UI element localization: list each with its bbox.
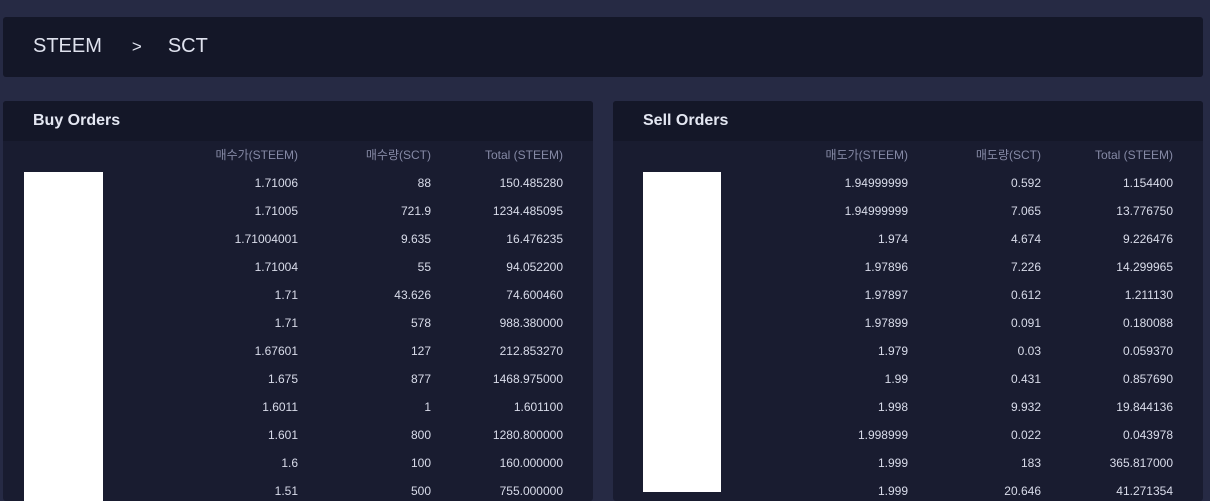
breadcrumb-base-token[interactable]: STEEM	[33, 35, 102, 58]
order-price: 1.99	[884, 372, 908, 386]
order-total: 755.000000	[499, 484, 563, 498]
order-price: 1.71004	[254, 260, 298, 274]
order-amount: 721.9	[400, 204, 431, 218]
order-total: 1.211130	[1124, 288, 1173, 302]
order-total: 150.485280	[499, 176, 563, 190]
order-amount: 500	[410, 484, 431, 498]
order-amount: 100	[410, 456, 431, 470]
buy-price-column: 매수가(STEEM)	[215, 148, 298, 162]
order-amount: 43.626	[394, 288, 431, 302]
buy-amount-column: 매수량(SCT)	[365, 148, 431, 162]
order-amount: 9.932	[1010, 400, 1041, 414]
buy-total-column: Total (STEEM)	[484, 148, 563, 162]
order-amount: 9.635	[400, 232, 431, 246]
order-price: 1.94999999	[844, 176, 908, 190]
order-total: 41.271354	[1116, 484, 1173, 498]
order-total: 0.043978	[1122, 428, 1173, 442]
order-amount: 7.065	[1010, 204, 1041, 218]
order-price: 1.97899	[864, 316, 908, 330]
sell-amount-column: 매도량(SCT)	[975, 148, 1041, 162]
order-price: 1.71	[274, 316, 298, 330]
order-price: 1.601	[267, 428, 298, 442]
order-total: 1280.800000	[492, 428, 563, 442]
order-price: 1.979	[877, 344, 908, 358]
order-amount: 55	[417, 260, 431, 274]
order-amount: 7.226	[1010, 260, 1041, 274]
order-amount: 800	[410, 428, 431, 442]
sell-total-column: Total (STEEM)	[1094, 148, 1173, 162]
order-amount: 877	[410, 372, 431, 386]
order-price: 1.999	[877, 484, 908, 498]
order-total: 13.776750	[1116, 204, 1173, 218]
breadcrumb-separator: >	[131, 36, 142, 56]
order-amount: 0.03	[1017, 344, 1041, 358]
order-price: 1.71006	[254, 176, 298, 190]
order-total: 16.476235	[506, 232, 563, 246]
sell-orders-column-header: 매도가(STEEM) 매도량(SCT) Total (STEEM)	[613, 141, 1203, 169]
buy-orders-panel: Buy Orders 매수가(STEEM) 매수량(SCT) Total (ST…	[3, 101, 593, 501]
breadcrumb: STEEM > SCT	[33, 35, 208, 58]
order-total: 0.180088	[1122, 316, 1173, 330]
order-price: 1.94999999	[844, 204, 908, 218]
order-total: 365.817000	[1109, 456, 1173, 470]
order-price: 1.71	[274, 288, 298, 302]
sell-price-column: 매도가(STEEM)	[825, 148, 908, 162]
sell-orders-header: Sell Orders	[613, 101, 1203, 141]
order-amount: 183	[1020, 456, 1041, 470]
order-price: 1.6011	[262, 400, 298, 414]
order-total: 160.000000	[499, 456, 563, 470]
order-amount: 0.612	[1010, 288, 1041, 302]
order-total: 1.601100	[513, 400, 563, 414]
order-price: 1.51	[274, 484, 298, 498]
order-amount: 0.022	[1010, 428, 1041, 442]
order-price: 1.998999	[857, 428, 908, 442]
order-price: 1.71004001	[234, 232, 298, 246]
order-total: 0.857690	[1122, 372, 1173, 386]
order-total: 14.299965	[1116, 260, 1173, 274]
order-price: 1.71005	[254, 204, 298, 218]
order-price: 1.998	[877, 400, 908, 414]
order-price: 1.999	[877, 456, 908, 470]
order-total: 9.226476	[1122, 232, 1173, 246]
order-price: 1.974	[877, 232, 908, 246]
order-total: 0.059370	[1122, 344, 1173, 358]
order-amount: 1	[424, 400, 431, 414]
buy-orders-column-header: 매수가(STEEM) 매수량(SCT) Total (STEEM)	[3, 141, 593, 169]
sell-orders-panel: Sell Orders 매도가(STEEM) 매도량(SCT) Total (S…	[613, 101, 1203, 501]
order-price: 1.97897	[864, 288, 908, 302]
order-amount: 127	[410, 344, 431, 358]
order-total: 1234.485095	[492, 204, 563, 218]
order-price: 1.675	[267, 372, 298, 386]
market-header: STEEM > SCT	[3, 17, 1203, 77]
order-amount: 4.674	[1010, 232, 1041, 246]
redaction-box	[643, 172, 721, 492]
order-amount: 88	[417, 176, 431, 190]
order-amount: 578	[410, 316, 431, 330]
redaction-box	[24, 172, 103, 501]
order-total: 988.380000	[499, 316, 563, 330]
order-amount: 20.646	[1004, 484, 1041, 498]
order-price: 1.6	[281, 456, 298, 470]
order-price: 1.97896	[864, 260, 908, 274]
order-total: 212.853270	[499, 344, 563, 358]
sell-orders-title: Sell Orders	[643, 112, 729, 129]
order-total: 1468.975000	[492, 372, 563, 386]
order-price: 1.67601	[254, 344, 298, 358]
buy-orders-title: Buy Orders	[33, 112, 121, 129]
order-amount: 0.592	[1010, 176, 1041, 190]
order-amount: 0.091	[1010, 316, 1041, 330]
order-total: 94.052200	[506, 260, 563, 274]
order-total: 19.844136	[1116, 400, 1173, 414]
buy-orders-header: Buy Orders	[3, 101, 593, 141]
order-total: 1.154400	[1122, 176, 1173, 190]
order-total: 74.600460	[506, 288, 563, 302]
order-amount: 0.431	[1010, 372, 1041, 386]
breadcrumb-quote-token[interactable]: SCT	[168, 35, 208, 58]
